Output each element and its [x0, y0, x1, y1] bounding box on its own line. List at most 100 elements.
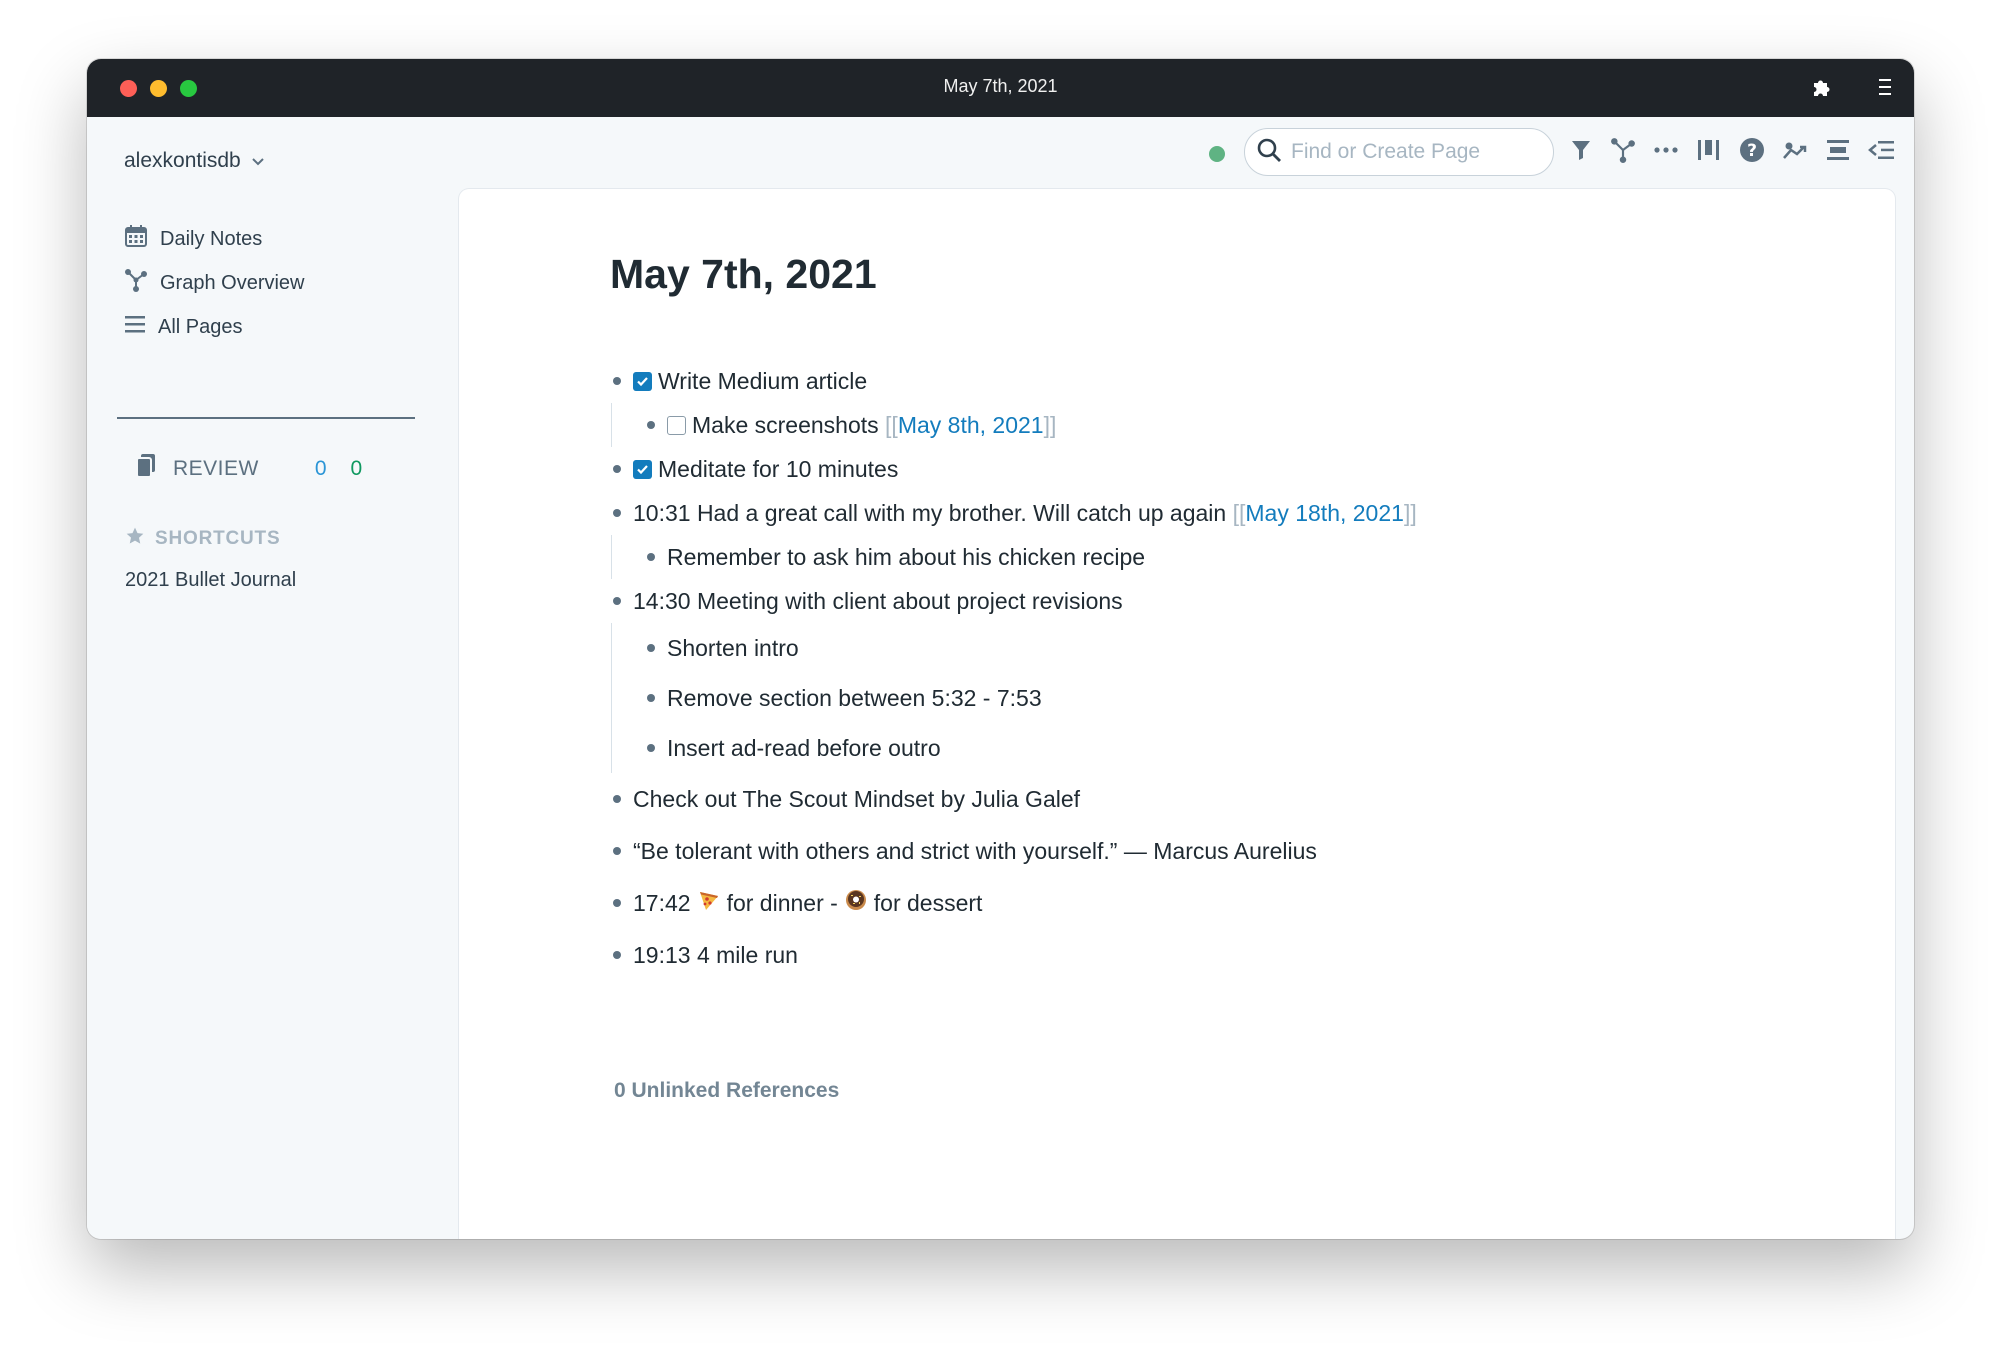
sidebar-toggle-icon[interactable] — [1868, 138, 1896, 162]
columns-icon[interactable] — [1696, 137, 1722, 163]
bullet-icon[interactable] — [613, 465, 621, 473]
review-count-new: 0 — [314, 457, 327, 480]
block: 19:13 4 mile run — [604, 929, 1804, 981]
title-bar: May 7th, 2021 — [87, 59, 1914, 117]
search-icon — [1255, 136, 1283, 169]
sidebar-item-graph-overview[interactable]: Graph Overview — [124, 261, 305, 305]
block-text: Make screenshots — [692, 411, 886, 438]
cards-icon — [135, 453, 157, 485]
block-text: Insert ad-read before outro — [667, 734, 941, 761]
checkbox-unchecked[interactable] — [667, 415, 686, 435]
block-list: Write Medium article Make screenshots [[… — [604, 359, 1804, 981]
block-row[interactable]: 10:31 Had a great call with my brother. … — [604, 491, 1804, 535]
bullet-icon[interactable] — [647, 553, 655, 561]
database-name: alexkontisdb — [124, 149, 241, 172]
bullet-icon[interactable] — [613, 377, 621, 385]
block-children: Remember to ask him about his chicken re… — [611, 535, 1804, 579]
left-sidebar: alexkontisdb Daily Notes Graph Overview — [87, 117, 459, 1239]
block-row[interactable]: 14:30 Meeting with client about project … — [604, 579, 1804, 623]
block: Write Medium article Make screenshots [[… — [604, 359, 1804, 447]
bullet-icon[interactable] — [613, 847, 621, 855]
menu-icon[interactable] — [1876, 76, 1894, 98]
review-count-due: 0 — [350, 457, 363, 480]
sidebar-item-label: Daily Notes — [160, 227, 263, 250]
checkbox-checked[interactable] — [633, 459, 652, 479]
bullet-icon[interactable] — [613, 899, 621, 907]
block-row[interactable]: 19:13 4 mile run — [604, 929, 1804, 981]
block-row[interactable]: Meditate for 10 minutes — [604, 447, 1804, 491]
bullet-icon[interactable] — [647, 644, 655, 652]
bullet-icon[interactable] — [613, 951, 621, 959]
block-text: Remember to ask him about his chicken re… — [667, 543, 1146, 570]
review-label: REVIEW — [173, 457, 259, 480]
block-row[interactable]: “Be tolerant with others and strict with… — [604, 825, 1804, 877]
block-text: 17:42 — [633, 889, 691, 916]
shortcut-item[interactable]: 2021 Bullet Journal — [125, 569, 296, 592]
block-row[interactable]: Remember to ask him about his chicken re… — [638, 535, 1804, 579]
help-icon[interactable]: ? — [1739, 137, 1765, 163]
block-row[interactable]: Make screenshots [[May 8th, 2021]] — [638, 403, 1804, 447]
block-row[interactable]: Write Medium article — [604, 359, 1804, 403]
chevron-down-icon — [251, 149, 265, 173]
sidebar-item-label: All Pages — [158, 315, 243, 338]
sidebar-item-daily-notes[interactable]: Daily Notes — [124, 217, 305, 261]
block-row[interactable]: Check out The Scout Mindset by Julia Gal… — [604, 773, 1804, 825]
puzzle-icon[interactable] — [1810, 75, 1834, 99]
slack-icon[interactable] — [1782, 138, 1808, 162]
search-input[interactable]: Find or Create Page — [1291, 140, 1480, 164]
block: Meditate for 10 minutes — [604, 447, 1804, 491]
sidebar-item-all-pages[interactable]: All Pages — [124, 305, 305, 349]
block: “Be tolerant with others and strict with… — [604, 825, 1804, 877]
block-text: Check out The Scout Mindset by Julia Gal… — [633, 785, 1081, 812]
review-section[interactable]: REVIEW 0 0 — [135, 453, 362, 485]
donut-emoji — [844, 888, 868, 918]
graph-icon[interactable] — [1610, 137, 1636, 163]
list-icon — [124, 314, 146, 340]
bullet-icon[interactable] — [613, 597, 621, 605]
top-toolbar: Find or Create Page ? — [459, 117, 1914, 189]
page-title[interactable]: May 7th, 2021 — [610, 251, 877, 298]
align-icon[interactable] — [1825, 138, 1851, 162]
sync-status-indicator — [1209, 146, 1225, 162]
block-row[interactable]: 17:42 for dinner - for dessert — [604, 877, 1804, 929]
block-children: Shorten intro Remove section between 5:3… — [611, 623, 1804, 773]
ref-bracket-open: [[ — [1232, 499, 1246, 526]
block-text: for dessert — [873, 889, 983, 916]
block-row[interactable]: Remove section between 5:32 - 7:53 — [638, 673, 1804, 723]
page-reference-link[interactable]: May 18th, 2021 — [1245, 500, 1404, 527]
block-text: 14:30 Meeting with client about project … — [633, 587, 1123, 614]
svg-text:?: ? — [1747, 141, 1757, 161]
filter-icon[interactable] — [1569, 138, 1593, 162]
block-text: Write Medium article — [658, 367, 868, 394]
block-children: Make screenshots [[May 8th, 2021]] — [611, 403, 1804, 447]
ref-bracket-open: [[ — [885, 411, 898, 438]
block: Check out The Scout Mindset by Julia Gal… — [604, 773, 1804, 825]
window-title: May 7th, 2021 — [943, 76, 1058, 96]
page-reference-link[interactable]: May 8th, 2021 — [898, 412, 1044, 439]
block: 17:42 for dinner - for dessert — [604, 877, 1804, 929]
block-text: 10:31 Had a great call with my brother. … — [633, 499, 1233, 526]
ref-bracket-close: ]] — [1043, 411, 1057, 438]
block: 14:30 Meeting with client about project … — [604, 579, 1804, 773]
shortcuts-heading: SHORTCUTS — [125, 526, 280, 552]
unlinked-references-toggle[interactable]: 0 Unlinked References — [614, 1079, 839, 1103]
calendar-icon — [124, 224, 148, 254]
bullet-icon[interactable] — [613, 795, 621, 803]
bullet-icon[interactable] — [647, 694, 655, 702]
checkbox-checked[interactable] — [633, 371, 652, 391]
block-text: 19:13 4 mile run — [633, 941, 798, 968]
app-window: May 7th, 2021 alexkontisdb Daily Notes G… — [87, 59, 1914, 1239]
database-switcher[interactable]: alexkontisdb — [124, 149, 265, 173]
bullet-icon[interactable] — [647, 421, 655, 429]
block-row[interactable]: Shorten intro — [638, 623, 1804, 673]
sidebar-nav: Daily Notes Graph Overview All Pages — [124, 217, 305, 349]
more-icon[interactable] — [1653, 138, 1679, 162]
bullet-icon[interactable] — [647, 744, 655, 752]
block-text: “Be tolerant with others and strict with… — [633, 837, 1317, 864]
block-row[interactable]: Insert ad-read before outro — [638, 723, 1804, 773]
search-box[interactable]: Find or Create Page — [1244, 128, 1554, 176]
block-text: for dinner - — [726, 889, 838, 916]
sidebar-divider — [117, 417, 415, 419]
bullet-icon[interactable] — [613, 509, 621, 517]
pizza-emoji — [697, 888, 721, 918]
